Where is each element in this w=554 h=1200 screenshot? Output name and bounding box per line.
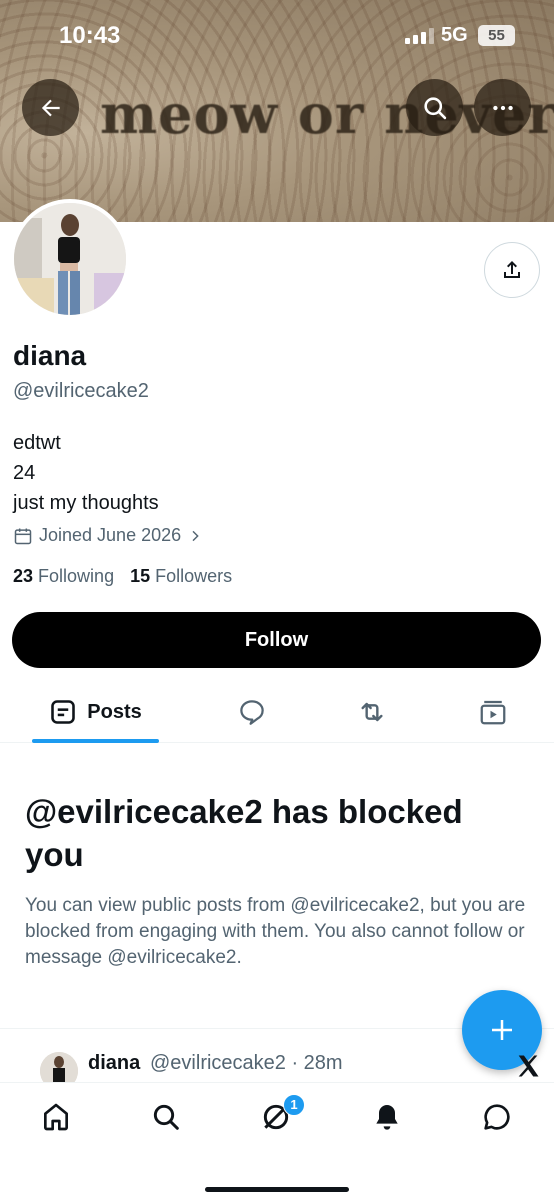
media-icon xyxy=(480,700,506,725)
search-icon xyxy=(153,1104,179,1130)
search-icon xyxy=(423,96,446,119)
x-logo-icon xyxy=(518,1055,539,1077)
messages-icon xyxy=(484,1104,510,1130)
profile-bio: edtwt 24 just my thoughts xyxy=(13,428,159,518)
nav-notifications[interactable] xyxy=(367,1097,407,1137)
tab-replies[interactable] xyxy=(230,683,274,741)
nav-search[interactable] xyxy=(146,1097,186,1137)
back-button[interactable] xyxy=(22,79,79,136)
home-indicator xyxy=(205,1187,349,1192)
joined-label: Joined June 2026 xyxy=(39,525,182,545)
nav-home[interactable] xyxy=(36,1097,76,1137)
more-button[interactable] xyxy=(474,79,531,136)
nav-messages[interactable] xyxy=(477,1097,517,1137)
joined-date[interactable]: Joined June 2026 xyxy=(13,525,203,546)
blocked-title: @evilricecake2 has blocked you xyxy=(25,793,463,873)
avatar-photo xyxy=(14,203,126,315)
followers-count: 15 xyxy=(130,566,151,586)
tab-posts-label: Posts xyxy=(87,700,142,723)
bio-line: just my thoughts xyxy=(13,492,159,514)
profile-handle: @evilricecake2 xyxy=(13,380,149,402)
home-icon xyxy=(44,1103,68,1131)
following-count: 23 xyxy=(13,566,34,586)
tab-posts[interactable]: Posts xyxy=(32,683,159,741)
tab-media[interactable] xyxy=(471,683,515,741)
follow-counts: 23 Following 15 Followers xyxy=(13,566,232,587)
tab-active-indicator xyxy=(32,739,159,743)
followers-link[interactable]: 15 Followers xyxy=(130,566,232,587)
chevron-right-icon xyxy=(192,530,199,541)
share-icon xyxy=(504,261,520,278)
battery-icon: 55 xyxy=(478,25,515,46)
repost-icon xyxy=(361,702,383,722)
blocked-message: You can view public posts from @evilrice… xyxy=(25,895,526,968)
notifications-icon xyxy=(376,1105,398,1130)
following-link[interactable]: 23 Following xyxy=(13,566,114,587)
more-dots-icon xyxy=(492,105,513,110)
profile-tabs: Posts xyxy=(0,683,554,743)
post-author-name: diana xyxy=(88,1052,141,1074)
replies-icon xyxy=(240,700,264,725)
post-author-meta: @evilricecake2 · 28m xyxy=(150,1052,343,1074)
bio-line: 24 xyxy=(13,462,36,484)
status-time: 10:43 xyxy=(59,22,121,49)
network-type: 5G xyxy=(441,24,468,46)
avatar-photo xyxy=(40,1052,78,1082)
bottom-nav: 1 xyxy=(0,1082,554,1200)
follow-button[interactable]: Follow xyxy=(12,612,541,668)
status-bar: 10:43 5G 55 xyxy=(0,0,554,74)
share-button[interactable] xyxy=(484,242,540,298)
grok-badge: 1 xyxy=(283,1094,305,1116)
signal-icon xyxy=(405,28,434,44)
profile-avatar[interactable] xyxy=(10,199,130,319)
followers-label: Followers xyxy=(155,566,233,586)
posts-icon xyxy=(51,700,76,724)
plus-icon xyxy=(492,1020,512,1040)
calendar-icon xyxy=(14,528,32,544)
bio-line: edtwt xyxy=(13,432,61,454)
search-button[interactable] xyxy=(406,79,463,136)
following-label: Following xyxy=(38,566,115,586)
tab-reposts[interactable] xyxy=(350,683,394,741)
arrow-left-icon xyxy=(41,99,60,116)
post-avatar[interactable] xyxy=(40,1052,78,1082)
display-name: diana xyxy=(13,340,87,371)
